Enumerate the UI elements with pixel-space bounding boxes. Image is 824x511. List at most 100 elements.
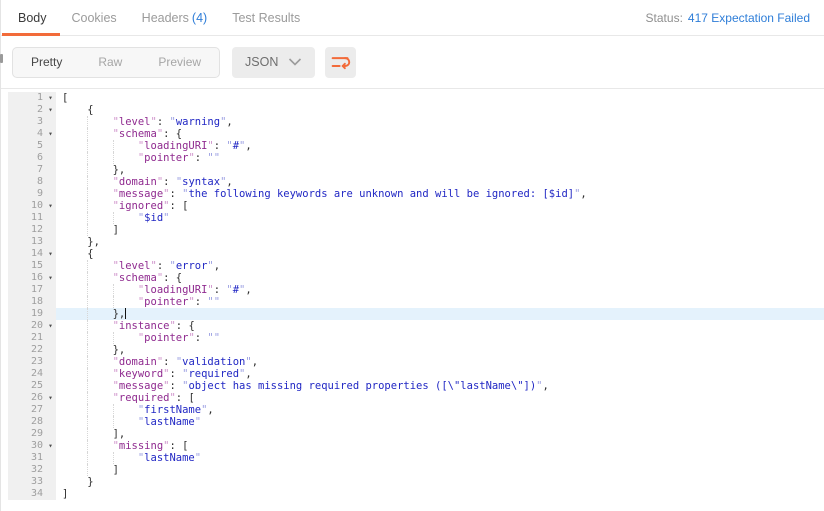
code-line[interactable]: 4▾schema: { (0, 128, 824, 140)
gutter-line-number[interactable]: 15 (8, 260, 56, 272)
code-text[interactable]: ignored: [ (56, 200, 824, 212)
code-line[interactable]: 17 loadingURI: #, (0, 284, 824, 296)
fold-arrow-icon[interactable]: ▾ (45, 392, 56, 404)
code-line[interactable]: 5 loadingURI: #, (0, 140, 824, 152)
code-line[interactable]: 34] (0, 488, 824, 500)
code-line[interactable]: 23 domain: validation, (0, 356, 824, 368)
gutter-line-number[interactable]: 6 (8, 152, 56, 164)
gutter-line-number[interactable]: 34 (8, 488, 56, 500)
code-line[interactable]: 25 message: object has missing required p… (0, 380, 824, 392)
code-text[interactable]: message: the following keywords are unkn… (56, 188, 824, 200)
fold-arrow-icon[interactable]: ▾ (45, 104, 56, 116)
code-text[interactable]: }, (56, 236, 824, 248)
code-text[interactable]: [ (56, 92, 824, 104)
code-line[interactable]: 16▾schema: { (0, 272, 824, 284)
code-line[interactable]: 30▾missing: [ (0, 440, 824, 452)
gutter-line-number[interactable]: 27 (8, 404, 56, 416)
fold-arrow-icon[interactable]: ▾ (45, 92, 56, 104)
code-line[interactable]: 3 level: warning, (0, 116, 824, 128)
code-text[interactable]: }, (56, 344, 824, 356)
code-text[interactable]: }, (56, 164, 824, 176)
gutter-line-number[interactable]: 10 ▾ (8, 200, 56, 212)
gutter-line-number[interactable]: 4 ▾ (8, 128, 56, 140)
code-text[interactable]: level: warning, (56, 116, 824, 128)
code-text[interactable]: ] (56, 464, 824, 476)
code-text[interactable]: pointer: (56, 296, 824, 308)
gutter-line-number[interactable]: 5 (8, 140, 56, 152)
code-line[interactable]: 13}, (0, 236, 824, 248)
code-line[interactable]: 10▾ignored: [ (0, 200, 824, 212)
gutter-line-number[interactable]: 9 (8, 188, 56, 200)
gutter-line-number[interactable]: 29 (8, 428, 56, 440)
code-line[interactable]: 8 domain: syntax, (0, 176, 824, 188)
code-text[interactable]: ] (56, 224, 824, 236)
code-text[interactable]: keyword: required, (56, 368, 824, 380)
gutter-line-number[interactable]: 17 (8, 284, 56, 296)
response-body-editor[interactable]: 1▾[2▾{3level: warning,4▾schema: {5loadin… (0, 88, 824, 500)
code-line[interactable]: 7}, (0, 164, 824, 176)
gutter-line-number[interactable]: 26 ▾ (8, 392, 56, 404)
code-text[interactable]: } (56, 476, 824, 488)
gutter-line-number[interactable]: 7 (8, 164, 56, 176)
code-text[interactable]: schema: { (56, 272, 824, 284)
code-text[interactable]: $id (56, 212, 824, 224)
code-line[interactable]: 32] (0, 464, 824, 476)
gutter-line-number[interactable]: 3 (8, 116, 56, 128)
gutter-line-number[interactable]: 16 ▾ (8, 272, 56, 284)
raw-view-button[interactable]: Raw (80, 48, 140, 77)
tab-headers[interactable]: Headers (4) (142, 11, 208, 25)
gutter-line-number[interactable]: 8 (8, 176, 56, 188)
code-line[interactable]: 27 firstName, (0, 404, 824, 416)
gutter-line-number[interactable]: 24 (8, 368, 56, 380)
fold-arrow-icon[interactable]: ▾ (45, 128, 56, 140)
code-text[interactable]: instance: { (56, 320, 824, 332)
code-line[interactable]: 33} (0, 476, 824, 488)
gutter-line-number[interactable]: 12 (8, 224, 56, 236)
code-line[interactable]: 1 ▾ [ (0, 92, 824, 104)
splitter-handle[interactable] (0, 54, 3, 63)
gutter-line-number[interactable]: 32 (8, 464, 56, 476)
gutter-line-number[interactable]: 20 ▾ (8, 320, 56, 332)
gutter-line-number[interactable]: 1 ▾ (8, 92, 56, 104)
code-text[interactable]: required: [ (56, 392, 824, 404)
code-line[interactable]: 20▾instance: { (0, 320, 824, 332)
preview-view-button[interactable]: Preview (140, 48, 219, 77)
code-line[interactable]: 26▾required: [ (0, 392, 824, 404)
gutter-line-number[interactable]: 13 (8, 236, 56, 248)
gutter-line-number[interactable]: 23 (8, 356, 56, 368)
code-line[interactable]: 28 lastName (0, 416, 824, 428)
code-text[interactable]: level: error, (56, 260, 824, 272)
code-text[interactable]: lastName (56, 452, 824, 464)
code-line[interactable]: 18 pointer: (0, 296, 824, 308)
code-line[interactable]: 21 pointer: (0, 332, 824, 344)
gutter-line-number[interactable]: 19 (8, 308, 56, 320)
code-line[interactable]: 29], (0, 428, 824, 440)
code-line[interactable]: 9 message: the following keywords are unk… (0, 188, 824, 200)
fold-arrow-icon[interactable]: ▾ (45, 320, 56, 332)
gutter-line-number[interactable]: 11 (8, 212, 56, 224)
code-text[interactable]: schema: { (56, 128, 824, 140)
code-text[interactable]: pointer: (56, 332, 824, 344)
code-line[interactable]: 6 pointer: (0, 152, 824, 164)
gutter-line-number[interactable]: 28 (8, 416, 56, 428)
code-line[interactable]: 22}, (0, 344, 824, 356)
code-text[interactable]: ] (56, 488, 824, 500)
code-text[interactable]: domain: syntax, (56, 176, 824, 188)
gutter-line-number[interactable]: 25 (8, 380, 56, 392)
gutter-line-number[interactable]: 22 (8, 344, 56, 356)
gutter-line-number[interactable]: 14 ▾ (8, 248, 56, 260)
gutter-line-number[interactable]: 21 (8, 332, 56, 344)
wrap-lines-button[interactable] (325, 46, 357, 78)
fold-arrow-icon[interactable]: ▾ (45, 440, 56, 452)
code-text[interactable]: domain: validation, (56, 356, 824, 368)
pretty-view-button[interactable]: Pretty (13, 48, 80, 77)
code-text[interactable]: missing: [ (56, 440, 824, 452)
code-line[interactable]: 2 ▾ { (0, 104, 824, 116)
fold-arrow-icon[interactable]: ▾ (45, 272, 56, 284)
gutter-line-number[interactable]: 18 (8, 296, 56, 308)
code-line[interactable]: 19}, (0, 308, 824, 320)
code-text[interactable]: message: object has missing required pro… (56, 380, 824, 392)
code-text[interactable]: }, (56, 308, 824, 320)
status-value[interactable]: 417 Expectation Failed (688, 11, 810, 25)
code-text[interactable]: pointer: (56, 152, 824, 164)
